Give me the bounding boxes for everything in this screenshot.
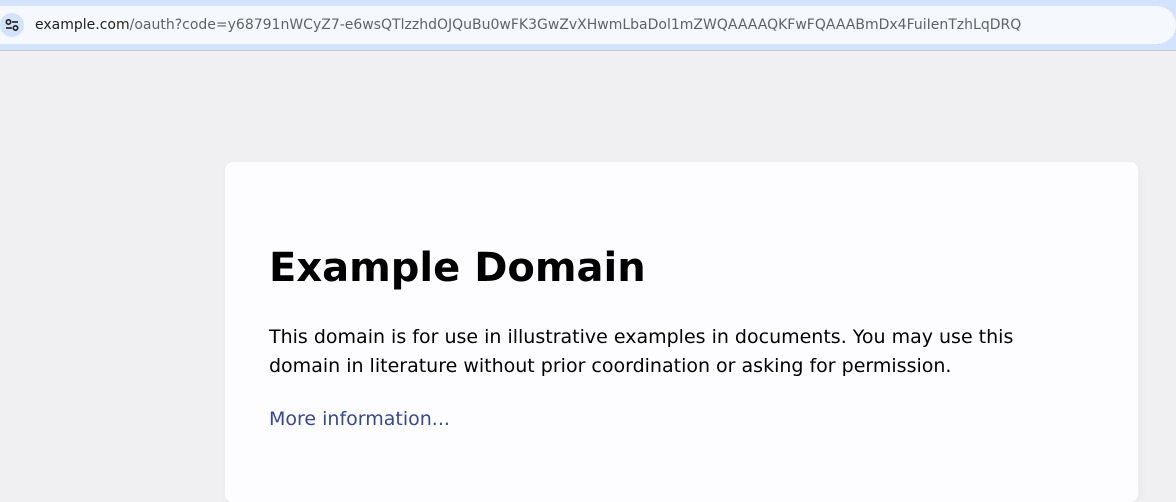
address-bar[interactable]: example.com/oauth?code=y68791nWCyZ7-e6ws… [0, 6, 1176, 44]
url-host: example.com [35, 17, 130, 33]
url-path: /oauth?code=y68791nWCyZ7-e6wsQTlzzhdOJQu… [129, 17, 1022, 33]
page-title: Example Domain [269, 245, 646, 291]
url-text[interactable]: example.com/oauth?code=y68791nWCyZ7-e6ws… [35, 15, 1021, 35]
more-information-link[interactable]: More information... [269, 405, 450, 434]
content-card: Example Domain This domain is for use in… [225, 162, 1138, 502]
description-text: This domain is for use in illustrative e… [269, 326, 1014, 377]
page-body: Example Domain This domain is for use in… [0, 51, 1176, 502]
browser-toolbar: example.com/oauth?code=y68791nWCyZ7-e6ws… [0, 0, 1176, 51]
tune-icon[interactable] [0, 13, 24, 37]
